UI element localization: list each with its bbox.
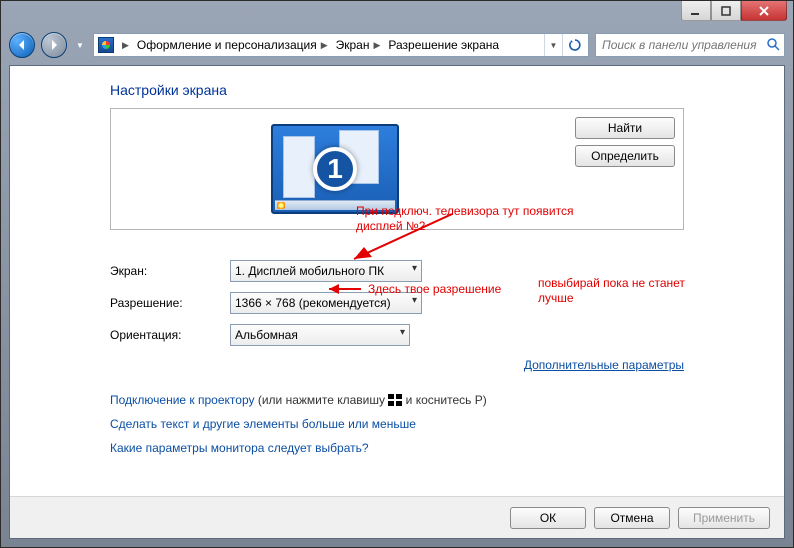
orientation-label: Ориентация:: [110, 328, 230, 342]
nav-bar: ▼ ▶ Оформление и персонализация▶ Экран▶ …: [9, 31, 785, 59]
monitor-thumbnail[interactable]: 1: [271, 124, 399, 214]
advanced-settings-link[interactable]: Дополнительные параметры: [110, 358, 684, 372]
projector-note: (или нажмите клавишу и коснитесь P): [258, 393, 487, 407]
breadcrumb-sep[interactable]: ▶: [116, 34, 133, 56]
cancel-button[interactable]: Отмена: [594, 507, 670, 529]
window-controls: [681, 1, 787, 21]
minimize-button[interactable]: [681, 1, 711, 21]
apply-button[interactable]: Применить: [678, 507, 770, 529]
which-settings-link[interactable]: Какие параметры монитора следует выбрать…: [110, 441, 369, 455]
windows-key-icon: [388, 394, 402, 406]
identify-button[interactable]: Определить: [575, 145, 675, 167]
monitor-preview-panel: 1 Найти Определить: [110, 108, 684, 230]
breadcrumb-item[interactable]: Экран▶: [332, 34, 385, 56]
forward-button[interactable]: [41, 32, 67, 58]
page-title: Настройки экрана: [110, 82, 764, 98]
display-label: Экран:: [110, 264, 230, 278]
help-links: Подключение к проектору (или нажмите кла…: [110, 388, 764, 460]
resolution-label: Разрешение:: [110, 296, 230, 310]
breadcrumb-item[interactable]: Разрешение экрана: [384, 34, 503, 56]
back-button[interactable]: [9, 32, 35, 58]
text-size-link[interactable]: Сделать текст и другие элементы больше и…: [110, 417, 416, 431]
detect-button[interactable]: Найти: [575, 117, 675, 139]
address-dropdown[interactable]: ▼: [544, 34, 562, 56]
breadcrumb-item[interactable]: Оформление и персонализация▶: [133, 34, 332, 56]
address-bar[interactable]: ▶ Оформление и персонализация▶ Экран▶ Ра…: [93, 33, 589, 57]
search-box[interactable]: [595, 33, 785, 57]
refresh-button[interactable]: [562, 34, 586, 56]
search-icon: [766, 37, 780, 54]
settings-form: Экран: 1. Дисплей мобильного ПК Разрешен…: [110, 260, 684, 346]
maximize-button[interactable]: [711, 1, 741, 21]
nav-history-dropdown[interactable]: ▼: [73, 36, 87, 54]
window-frame: ▼ ▶ Оформление и персонализация▶ Экран▶ …: [0, 0, 794, 548]
dialog-button-bar: ОК Отмена Применить: [10, 496, 784, 538]
ok-button[interactable]: ОК: [510, 507, 586, 529]
client-area: Настройки экрана 1 Найти Определить Экра…: [9, 65, 785, 539]
close-button[interactable]: [741, 1, 787, 21]
search-input[interactable]: [600, 37, 766, 53]
projector-link[interactable]: Подключение к проектору: [110, 393, 255, 407]
control-panel-icon: [98, 37, 114, 53]
resolution-select[interactable]: 1366 × 768 (рекомендуется): [230, 292, 422, 314]
display-select[interactable]: 1. Дисплей мобильного ПК: [230, 260, 422, 282]
orientation-select[interactable]: Альбомная: [230, 324, 410, 346]
monitor-number: 1: [313, 147, 357, 191]
